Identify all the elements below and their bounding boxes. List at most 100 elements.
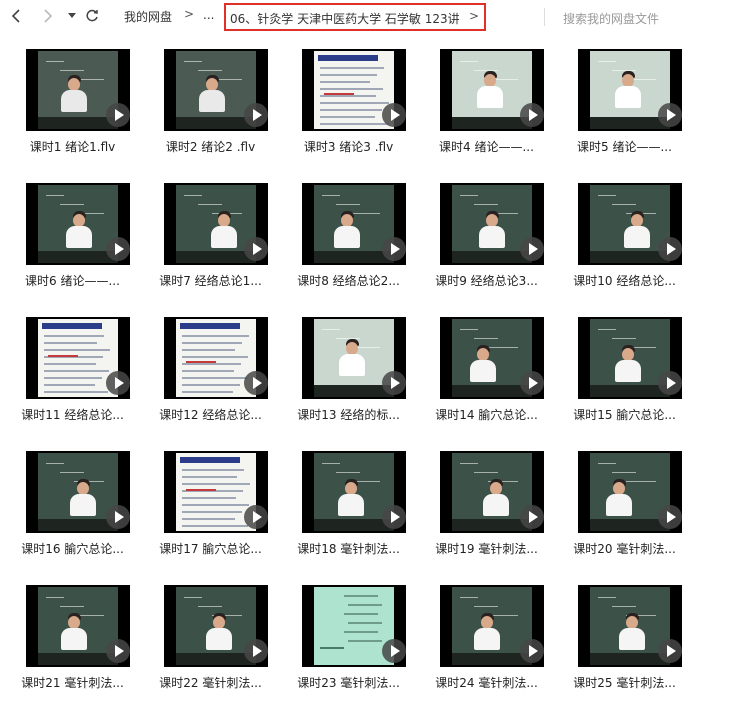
refresh-icon[interactable] [82, 6, 102, 26]
video-thumbnail[interactable] [26, 49, 130, 131]
file-name[interactable]: 课时19 毫针刺法... [418, 540, 555, 557]
play-icon[interactable] [106, 237, 130, 261]
breadcrumb-root[interactable]: 我的网盘 [124, 8, 172, 25]
file-item[interactable]: 课时12 经络总论... [142, 302, 279, 436]
file-item[interactable]: 课时7 经络总论1... [142, 168, 279, 302]
file-item[interactable]: 课时16 腧穴总论... [4, 436, 141, 570]
file-name[interactable]: 课时17 腧穴总论... [142, 540, 279, 557]
play-icon[interactable] [382, 505, 406, 529]
file-name[interactable]: 课时1 绪论1.flv [4, 138, 141, 155]
play-icon[interactable] [106, 371, 130, 395]
file-name[interactable]: 课时5 绪论——... [556, 138, 693, 155]
breadcrumb-ellipsis[interactable]: ... [203, 8, 214, 22]
file-name[interactable]: 课时6 绪论——... [4, 272, 141, 289]
play-icon[interactable] [658, 237, 682, 261]
play-icon[interactable] [244, 371, 268, 395]
file-name[interactable]: 课时21 毫针刺法... [4, 674, 141, 691]
file-name[interactable]: 课时22 毫针刺法... [142, 674, 279, 691]
video-thumbnail[interactable] [26, 585, 130, 667]
file-item[interactable]: 课时2 绪论2 .flv [142, 34, 279, 168]
file-name[interactable]: 课时7 经络总论1... [142, 272, 279, 289]
video-thumbnail[interactable] [440, 317, 544, 399]
video-thumbnail[interactable] [440, 451, 544, 533]
file-name[interactable]: 课时23 毫针刺法... [280, 674, 417, 691]
video-thumbnail[interactable] [578, 49, 682, 131]
file-name[interactable]: 课时15 腧穴总论... [556, 406, 693, 423]
breadcrumb-current-folder[interactable]: 06、针灸学 天津中医药大学 石学敏 123讲 [230, 10, 460, 27]
file-name[interactable]: 课时25 毫针刺法... [556, 674, 693, 691]
play-icon[interactable] [244, 505, 268, 529]
file-item[interactable]: 课时19 毫针刺法... [418, 436, 555, 570]
play-icon[interactable] [520, 505, 544, 529]
file-item[interactable]: 课时9 经络总论3... [418, 168, 555, 302]
play-icon[interactable] [244, 237, 268, 261]
video-thumbnail[interactable] [302, 183, 406, 265]
file-name[interactable]: 课时9 经络总论3... [418, 272, 555, 289]
video-thumbnail[interactable] [302, 49, 406, 131]
play-icon[interactable] [106, 505, 130, 529]
play-icon[interactable] [520, 639, 544, 663]
file-item[interactable]: 课时11 经络总论... [4, 302, 141, 436]
file-name[interactable]: 课时2 绪论2 .flv [142, 138, 279, 155]
video-thumbnail[interactable] [164, 317, 268, 399]
play-icon[interactable] [658, 371, 682, 395]
video-thumbnail[interactable] [26, 317, 130, 399]
video-thumbnail[interactable] [26, 183, 130, 265]
video-thumbnail[interactable] [578, 451, 682, 533]
file-item[interactable]: 课时14 腧穴总论... [418, 302, 555, 436]
play-icon[interactable] [106, 639, 130, 663]
chevron-right-icon[interactable] [38, 6, 58, 26]
file-item[interactable]: 课时15 腧穴总论... [556, 302, 693, 436]
play-icon[interactable] [520, 237, 544, 261]
video-thumbnail[interactable] [440, 49, 544, 131]
video-thumbnail[interactable] [26, 451, 130, 533]
file-item[interactable]: 课时3 绪论3 .flv [280, 34, 417, 168]
video-thumbnail[interactable] [164, 183, 268, 265]
file-name[interactable]: 课时13 经络的标... [280, 406, 417, 423]
file-name[interactable]: 课时20 毫针刺法... [556, 540, 693, 557]
file-name[interactable]: 课时24 毫针刺法... [418, 674, 555, 691]
play-icon[interactable] [520, 371, 544, 395]
video-thumbnail[interactable] [440, 183, 544, 265]
file-item[interactable]: 课时6 绪论——... [4, 168, 141, 302]
file-name[interactable]: 课时8 经络总论2... [280, 272, 417, 289]
play-icon[interactable] [244, 103, 268, 127]
video-thumbnail[interactable] [578, 585, 682, 667]
video-thumbnail[interactable] [302, 317, 406, 399]
file-item[interactable]: 课时22 毫针刺法... [142, 570, 279, 704]
play-icon[interactable] [244, 639, 268, 663]
file-name[interactable]: 课时16 腧穴总论... [4, 540, 141, 557]
play-icon[interactable] [382, 103, 406, 127]
play-icon[interactable] [658, 103, 682, 127]
file-item[interactable]: 课时18 毫针刺法... [280, 436, 417, 570]
file-name[interactable]: 课时3 绪论3 .flv [280, 138, 417, 155]
file-item[interactable]: 课时25 毫针刺法... [556, 570, 693, 704]
play-icon[interactable] [520, 103, 544, 127]
play-icon[interactable] [658, 639, 682, 663]
file-item[interactable]: 课时4 绪论——... [418, 34, 555, 168]
file-name[interactable]: 课时11 经络总论... [4, 406, 141, 423]
video-thumbnail[interactable] [302, 451, 406, 533]
breadcrumb-current-highlight[interactable]: 06、针灸学 天津中医药大学 石学敏 123讲 > [224, 3, 486, 31]
play-icon[interactable] [106, 103, 130, 127]
file-name[interactable]: 课时18 毫针刺法... [280, 540, 417, 557]
file-item[interactable]: 课时21 毫针刺法... [4, 570, 141, 704]
play-icon[interactable] [382, 639, 406, 663]
chevron-left-icon[interactable] [6, 6, 26, 26]
video-thumbnail[interactable] [302, 585, 406, 667]
dropdown-caret-icon[interactable] [62, 6, 82, 26]
file-item[interactable]: 课时17 腧穴总论... [142, 436, 279, 570]
file-item[interactable]: 课时8 经络总论2... [280, 168, 417, 302]
video-thumbnail[interactable] [440, 585, 544, 667]
file-item[interactable]: 课时13 经络的标... [280, 302, 417, 436]
video-thumbnail[interactable] [164, 451, 268, 533]
search-input[interactable] [545, 12, 737, 26]
file-name[interactable]: 课时14 腧穴总论... [418, 406, 555, 423]
video-thumbnail[interactable] [578, 183, 682, 265]
video-thumbnail[interactable] [164, 49, 268, 131]
file-item[interactable]: 课时24 毫针刺法... [418, 570, 555, 704]
video-thumbnail[interactable] [578, 317, 682, 399]
file-item[interactable]: 课时20 毫针刺法... [556, 436, 693, 570]
play-icon[interactable] [382, 237, 406, 261]
search-box[interactable] [544, 8, 737, 26]
